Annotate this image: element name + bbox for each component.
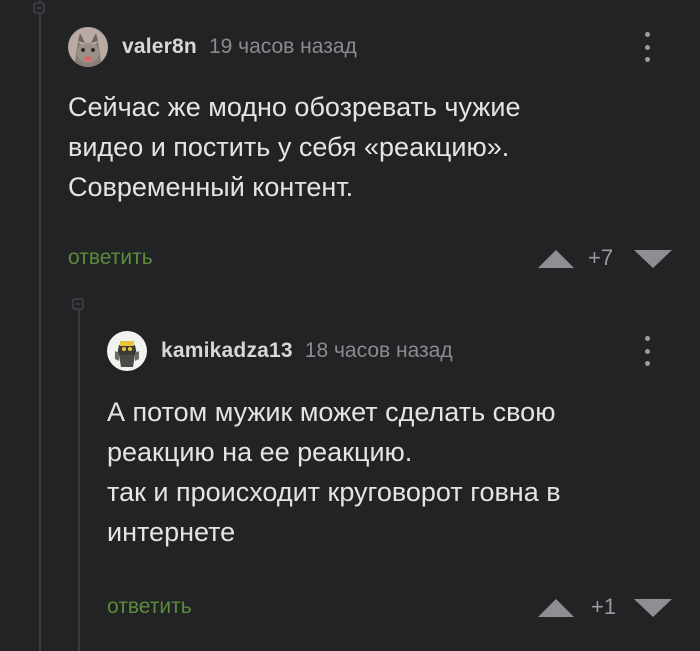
comment-header: kamikadza13 18 часов назад (107, 331, 453, 371)
comment-line: Современный контент. (68, 172, 354, 202)
vote-score: +1 (591, 594, 617, 619)
comment-line: интернете (107, 517, 236, 547)
robot-avatar-icon[interactable] (107, 331, 147, 371)
timestamp: 18 часов назад (304, 339, 453, 362)
downvote-arrow-icon[interactable] (634, 250, 672, 268)
reply-button[interactable]: ответить (68, 246, 153, 270)
reply-button[interactable]: ответить (107, 595, 192, 619)
comment-line: видео и постить у себя «реакцию». (68, 132, 510, 162)
comment-header: valer8n 19 часов назад (68, 27, 357, 67)
collapse-thread-reply-button[interactable] (72, 298, 84, 310)
thread-line-reply (78, 300, 80, 651)
upvote-arrow-icon[interactable] (538, 599, 574, 617)
collapse-thread-root-button[interactable] (33, 2, 45, 14)
thread-line-root-continued (39, 20, 41, 651)
comment-line: Сейчас же модно обозревать чужие (68, 92, 521, 122)
comment-line: А потом мужик может сделать свою (107, 397, 556, 427)
upvote-arrow-icon[interactable] (538, 250, 574, 268)
downvote-arrow-icon[interactable] (634, 599, 672, 617)
comment-line: реакцию на ее реакцию. (107, 437, 413, 467)
cat-avatar-icon[interactable] (68, 27, 108, 67)
comment-text: Сейчас же модно обозревать чужие видео и… (68, 87, 520, 207)
vote-score: +7 (588, 245, 614, 270)
more-options-icon[interactable] (643, 336, 651, 366)
timestamp: 19 часов назад (208, 35, 357, 58)
username[interactable]: valer8n (122, 35, 197, 59)
username[interactable]: kamikadza13 (161, 339, 293, 363)
comment-text: А потом мужик может сделать свою реакцию… (107, 392, 561, 552)
more-options-icon[interactable] (643, 32, 651, 62)
comment-line: так и происходит круговорот говна в (107, 477, 561, 507)
